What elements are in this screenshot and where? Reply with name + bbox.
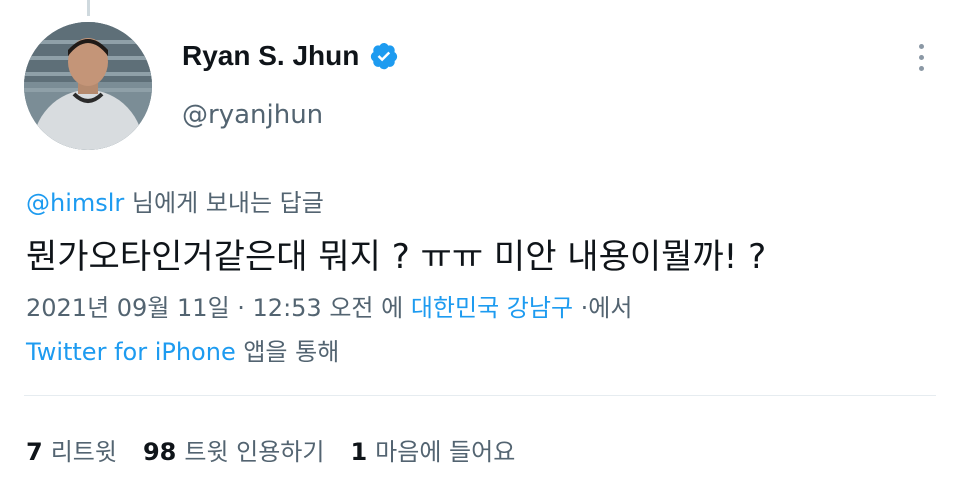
retweets-count: 7 [26, 438, 43, 466]
source-suffix: 앱을 통해 [235, 338, 340, 366]
author-handle[interactable]: @ryanjhun [182, 100, 323, 130]
likes-label: 마음에 들어요 [375, 438, 516, 466]
quote-tweets-stat[interactable]: 98 트윗 인용하기 [143, 432, 325, 467]
retweets-label: 리트윗 [50, 438, 117, 466]
quote-tweets-label: 트윗 인용하기 [184, 438, 325, 466]
tweet-stats: 7 리트윗 98 트윗 인용하기 1 마음에 들어요 [26, 432, 541, 467]
tweet-metadata: 2021년 09월 11일 · 12:53 오전 에 대한민국 강남구 ·에서 [26, 288, 632, 323]
reply-mention-link[interactable]: @himslr [26, 189, 124, 217]
likes-stat[interactable]: 1 마음에 들어요 [350, 432, 515, 467]
tweet-location-link[interactable]: 대한민국 강남구 [411, 294, 573, 322]
reply-context-suffix: 님에게 보내는 답글 [124, 189, 324, 217]
tweet-timestamp[interactable]: 2021년 09월 11일 · 12:53 오전 에 [26, 294, 411, 322]
tweet-text: 뭔가오타인거같은대 뭐지 ? ㅠㅠ 미안 내용이뭘까! ? [26, 237, 767, 277]
avatar[interactable] [24, 22, 152, 150]
more-vertical-icon[interactable] [910, 44, 932, 78]
location-suffix: ·에서 [573, 294, 633, 322]
divider [24, 395, 936, 396]
tweet-source-line: Twitter for iPhone 앱을 통해 [26, 332, 339, 367]
retweets-stat[interactable]: 7 리트윗 [26, 432, 117, 467]
author-display-name[interactable]: Ryan S. Jhun [182, 40, 359, 72]
reply-context: @himslr 님에게 보내는 답글 [26, 183, 324, 218]
tweet-source-link[interactable]: Twitter for iPhone [26, 338, 236, 366]
quote-tweets-count: 98 [142, 438, 177, 466]
thread-connector-line [87, 0, 90, 16]
verified-badge-icon [369, 41, 399, 71]
likes-count: 1 [350, 438, 368, 466]
